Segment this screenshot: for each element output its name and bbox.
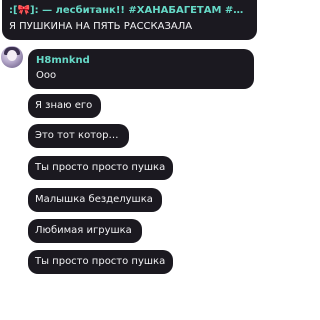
avatar-face: [7, 50, 17, 61]
message-text: Ооо: [36, 70, 57, 81]
author-name[interactable]: H8mnknd: [36, 54, 246, 68]
avatar[interactable]: [1, 46, 23, 68]
message-bubble[interactable]: Ты просто просто пушка: [28, 250, 173, 274]
replied-message-bubble[interactable]: :[🎀]: — лесбитанк!! #ХАНАБАГЕТАМ #Тю... …: [2, 0, 257, 40]
message-text: Малышка безделушка: [35, 194, 153, 205]
message-text: Ты просто просто пушка: [35, 256, 166, 267]
message-bubble[interactable]: Ты просто просто пушка: [28, 156, 173, 180]
chat-screen: :[🎀]: — лесбитанк!! #ХАНАБАГЕТАМ #Тю... …: [0, 0, 259, 320]
replied-message-sender: :[🎀]: — лесбитанк!! #ХАНАБАГЕТАМ #Тю...: [9, 5, 250, 16]
message-bubble[interactable]: Малышка безделушка: [28, 188, 162, 212]
message-text: Ты просто просто пушка: [35, 162, 166, 173]
message-bubble-first[interactable]: H8mnknd Ооо: [28, 49, 254, 89]
message-text: Я знаю его: [35, 100, 93, 111]
message-text: Любимая игрушка: [35, 225, 132, 236]
replied-message-text: Я ПУШКИНА НА ПЯТЬ РАССКАЗАЛА: [9, 21, 193, 32]
message-bubble[interactable]: Любимая игрушка: [28, 219, 142, 243]
message-bubble[interactable]: Это тот который: [28, 124, 129, 148]
message-bubble[interactable]: Я знаю его: [28, 94, 101, 118]
message-text: Это тот который: [35, 130, 123, 141]
